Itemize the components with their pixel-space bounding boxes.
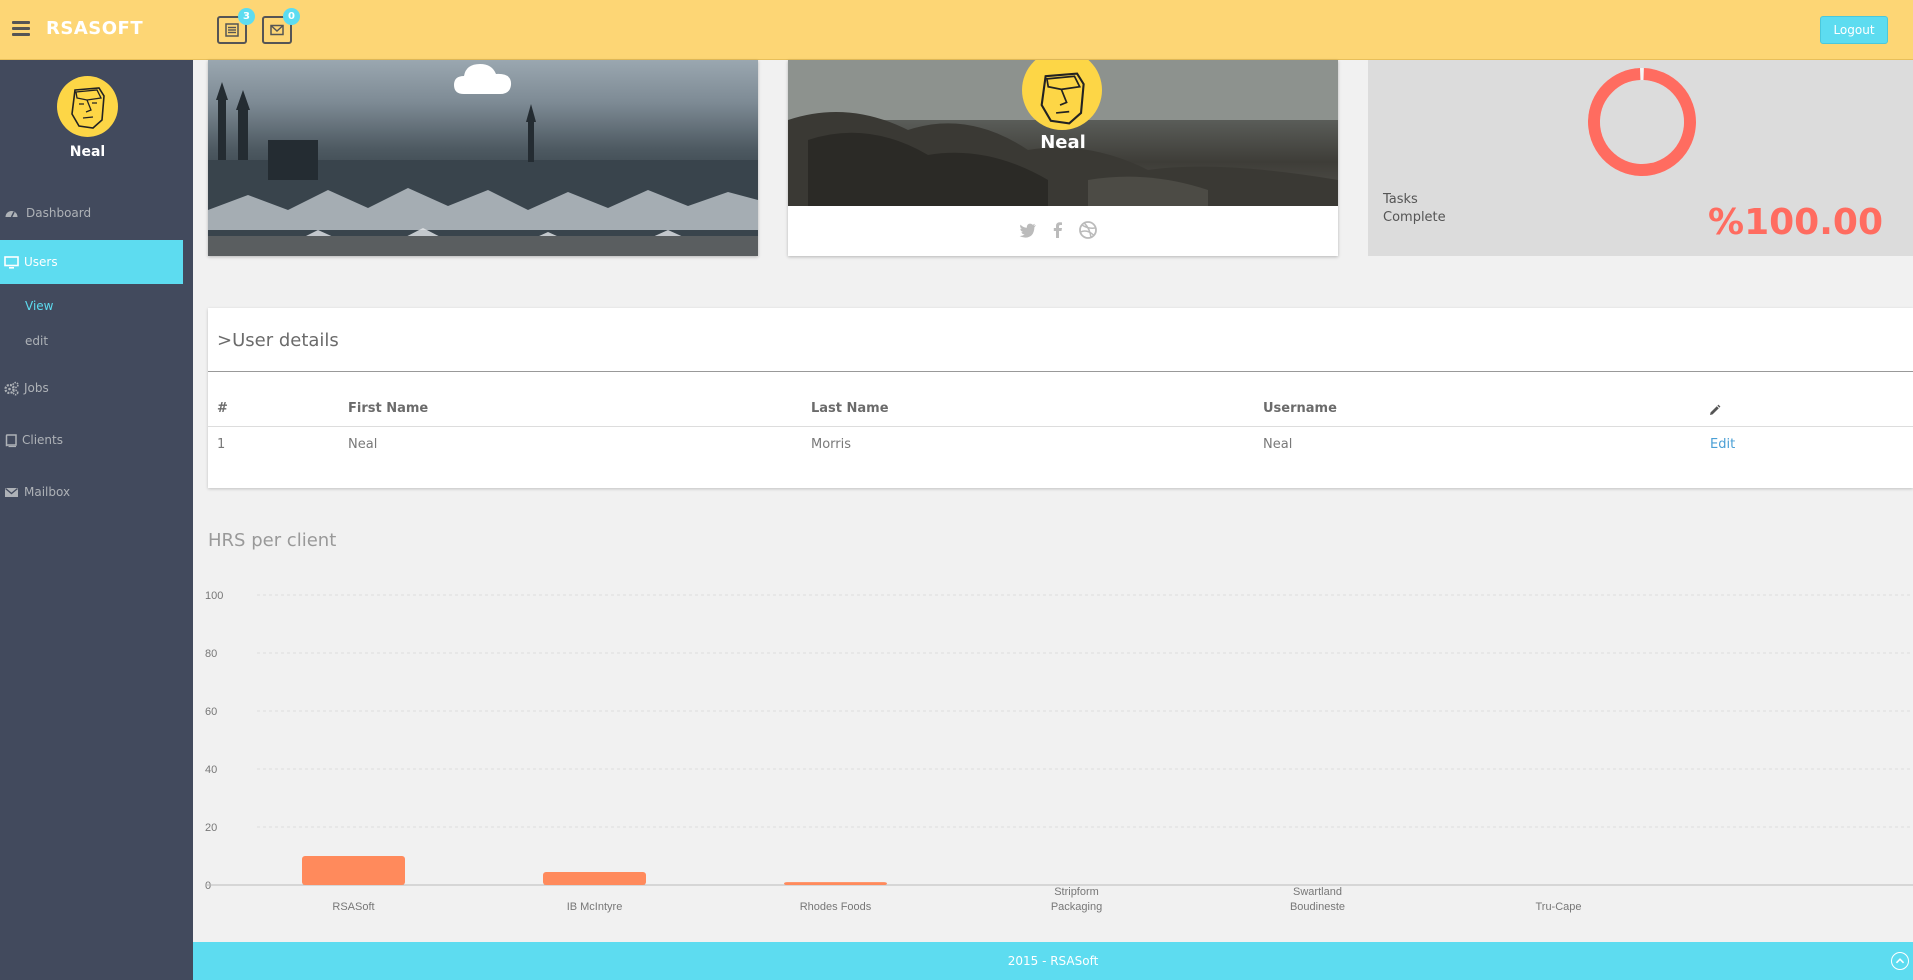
- footer-text: 2015 - RSASoft: [1007, 954, 1099, 968]
- table-header-first-name: First Name: [348, 401, 429, 416]
- x-tick-label: Boudineste: [1290, 901, 1345, 913]
- profile-name: Neal: [1040, 132, 1086, 153]
- sidebar-subitem-edit[interactable]: edit: [25, 334, 48, 348]
- sidebar-item-label: Dashboard: [26, 206, 92, 220]
- envelope-icon: [270, 24, 284, 36]
- sidebar-item-dashboard[interactable]: Dashboard: [0, 191, 183, 235]
- y-tick-label: 40: [205, 764, 217, 776]
- hrs-per-client-chart: 0 20 40 60 80 100 RSASoft IB McIntyre Rhodes Foo…: [205, 590, 1913, 913]
- hamburger-menu-icon[interactable]: [12, 21, 30, 37]
- tasks-percent: %100.00: [1708, 202, 1883, 243]
- x-tick-label: Swartland: [1293, 886, 1342, 898]
- tasks-button[interactable]: 3: [217, 8, 255, 44]
- user-details-panel: >User details # First Name Last Name Use…: [208, 308, 1913, 488]
- sidebar-item-label: Users: [24, 255, 58, 269]
- footer: 2015 - RSASoft: [193, 942, 1913, 980]
- cell-num: 1: [217, 437, 226, 452]
- y-tick-label: 100: [205, 590, 223, 602]
- weather-card: [208, 60, 758, 256]
- cell-first-name: Neal: [348, 437, 378, 452]
- edit-link[interactable]: Edit: [1710, 437, 1735, 452]
- x-tick-label: Tru-Cape: [1535, 901, 1581, 913]
- desktop-icon: [4, 256, 19, 269]
- y-tick-label: 60: [205, 706, 217, 718]
- table-header-num: #: [217, 401, 228, 416]
- avatar-face-icon: [71, 87, 105, 129]
- sidebar-item-label: Clients: [22, 433, 63, 447]
- mail-button[interactable]: 0: [262, 8, 300, 44]
- sidebar-user-name: Neal: [69, 144, 106, 160]
- tasks-label-line1: Tasks: [1383, 192, 1418, 207]
- y-tick-label: 0: [205, 880, 211, 892]
- x-tick-label: IB McIntyre: [567, 901, 623, 913]
- x-tick-label: RSASoft: [332, 901, 374, 913]
- envelope-icon: [5, 488, 18, 497]
- tasks-complete-label: Tasks Complete: [1383, 191, 1446, 227]
- facebook-icon[interactable]: [1048, 220, 1068, 240]
- sidebar-item-label: Jobs: [24, 381, 49, 395]
- bar[interactable]: [784, 882, 887, 885]
- tasks-label-line2: Complete: [1383, 210, 1446, 225]
- profile-cover-image: Neal: [788, 60, 1338, 206]
- brand-logo[interactable]: RSASOFT: [46, 18, 143, 39]
- tasks-card: Tasks Complete %100.00: [1368, 60, 1913, 256]
- table-header-username: Username: [1263, 401, 1337, 416]
- sidebar-item-clients[interactable]: Clients: [0, 418, 183, 462]
- x-tick-label: Packaging: [1051, 901, 1102, 913]
- y-tick-label: 20: [205, 822, 217, 834]
- book-icon: [5, 434, 17, 448]
- mail-badge: 0: [283, 8, 300, 25]
- tasks-badge: 3: [238, 8, 255, 25]
- dashboard-icon: [5, 211, 18, 218]
- chart-title: HRS per client: [208, 530, 337, 551]
- scroll-top-icon[interactable]: [1891, 952, 1909, 970]
- cloud-icon: [454, 64, 512, 94]
- sidebar-item-jobs[interactable]: Jobs: [0, 366, 183, 410]
- sidebar: Neal Dashboard Users View edit Jobs Clie…: [0, 60, 193, 980]
- sidebar-subitem-view[interactable]: View: [25, 299, 53, 313]
- logout-button[interactable]: Logout: [1820, 16, 1888, 44]
- profile-card: Neal: [788, 60, 1338, 256]
- pencil-icon: [1710, 404, 1721, 415]
- cell-username: Neal: [1263, 437, 1293, 452]
- sidebar-item-users[interactable]: Users: [0, 240, 183, 284]
- table-header-last-name: Last Name: [811, 401, 889, 416]
- avatar[interactable]: [57, 76, 118, 137]
- top-bar: RSASOFT 3 0 Logout: [0, 0, 1913, 60]
- divider: [208, 426, 1913, 427]
- bar[interactable]: [302, 856, 405, 885]
- tasks-icon: [225, 23, 239, 37]
- y-tick-label: 80: [205, 648, 217, 660]
- divider: [208, 371, 1913, 372]
- tasks-progress-donut: [1588, 68, 1696, 176]
- sidebar-item-mailbox[interactable]: Mailbox: [0, 470, 183, 514]
- user-details-title: >User details: [217, 330, 339, 351]
- x-tick-label: Rhodes Foods: [800, 901, 872, 913]
- bar[interactable]: [543, 871, 646, 885]
- sidebar-item-label: Mailbox: [24, 485, 71, 499]
- x-tick-label: Stripform: [1054, 886, 1099, 898]
- cogs-icon: [4, 381, 19, 396]
- cell-last-name: Morris: [811, 437, 852, 452]
- twitter-icon[interactable]: [1018, 220, 1038, 240]
- dribbble-icon[interactable]: [1078, 220, 1098, 240]
